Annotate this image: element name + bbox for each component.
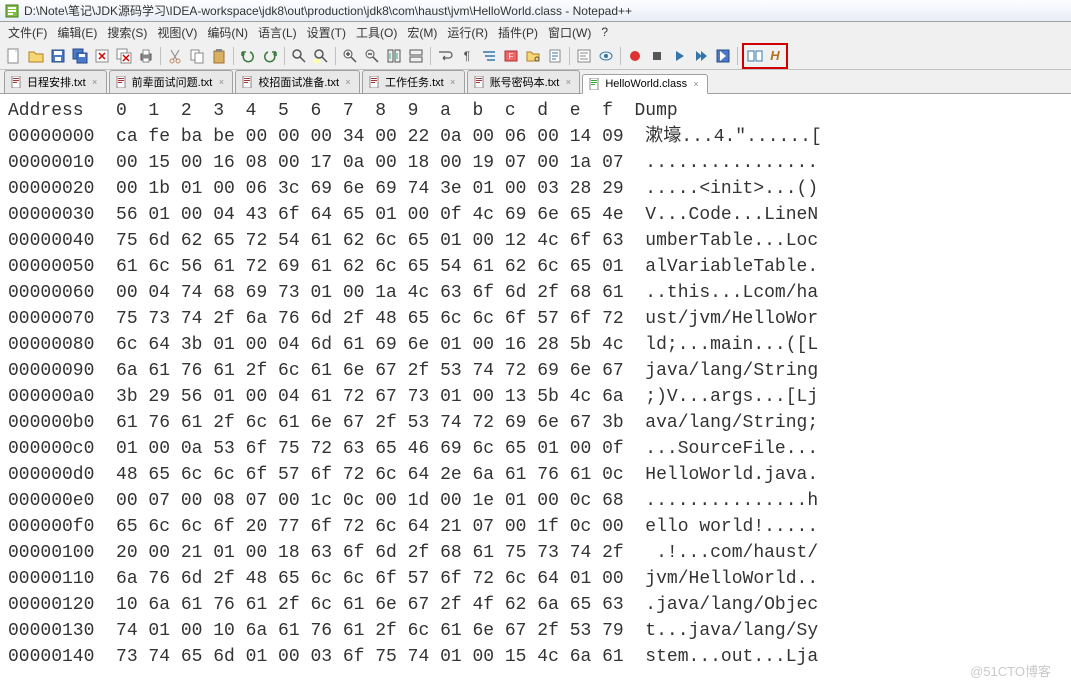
indent-guide-icon[interactable] <box>479 46 499 66</box>
undo-icon[interactable] <box>238 46 258 66</box>
zoom-in-icon[interactable] <box>340 46 360 66</box>
file-icon <box>474 76 486 88</box>
tab-label: HelloWorld.class <box>605 78 687 90</box>
close-icon[interactable] <box>92 46 112 66</box>
file-icon <box>116 76 128 88</box>
print-icon[interactable] <box>136 46 156 66</box>
tab-close-icon[interactable]: × <box>90 77 100 87</box>
separator <box>284 47 285 65</box>
tab-label: 校招面试准备.txt <box>258 74 339 90</box>
menu-encoding[interactable]: 编码(N) <box>203 22 252 43</box>
folder-guide-icon[interactable] <box>523 46 543 66</box>
replace-icon[interactable] <box>311 46 331 66</box>
tab-2[interactable]: 校招面试准备.txt × <box>235 70 360 93</box>
file-icon <box>11 76 23 88</box>
redo-icon[interactable] <box>260 46 280 66</box>
separator <box>160 47 161 65</box>
tab-label: 日程安排.txt <box>27 74 86 90</box>
tab-1[interactable]: 前辈面试问题.txt× <box>109 70 234 93</box>
hex-editor[interactable]: Address 0 1 2 3 4 5 6 7 8 9 a b c d e f … <box>0 94 1071 690</box>
tab-5[interactable]: HelloWorld.class × <box>582 74 708 94</box>
find-icon[interactable] <box>289 46 309 66</box>
menu-view[interactable]: 视图(V) <box>153 22 201 43</box>
menu-search[interactable]: 搜索(S) <box>103 22 151 43</box>
menu-help[interactable]: ? <box>597 23 612 41</box>
tab-label: 前辈面试问题.txt <box>132 74 213 90</box>
separator <box>569 47 570 65</box>
function-list-icon[interactable] <box>574 46 594 66</box>
tab-3[interactable]: 工作任务.txt × <box>362 70 465 93</box>
play-icon[interactable] <box>669 46 689 66</box>
menu-plugins[interactable]: 插件(P) <box>494 22 542 43</box>
menu-tools[interactable]: 工具(O) <box>352 22 401 43</box>
menu-file[interactable]: 文件(F) <box>4 22 51 43</box>
record-icon[interactable] <box>625 46 645 66</box>
menu-settings[interactable]: 设置(T) <box>303 22 350 43</box>
menu-window[interactable]: 窗口(W) <box>544 22 595 43</box>
separator <box>737 47 738 65</box>
svg-text:¶: ¶ <box>464 49 470 63</box>
menu-language[interactable]: 语言(L) <box>254 22 301 43</box>
separator <box>335 47 336 65</box>
monitor-icon[interactable] <box>596 46 616 66</box>
show-all-icon[interactable]: ¶ <box>457 46 477 66</box>
menu-edit[interactable]: 编辑(E) <box>53 22 101 43</box>
highlighted-buttons: H <box>742 43 788 69</box>
tab-0[interactable]: 日程安排.txt × <box>4 70 107 93</box>
window-title: D:\Note\笔记\JDK源码学习\IDEA-workspace\jdk8\o… <box>24 2 632 19</box>
tab-close-icon[interactable]: × <box>563 77 573 87</box>
doc-map-icon[interactable] <box>545 46 565 66</box>
open-file-icon[interactable] <box>26 46 46 66</box>
cut-icon[interactable] <box>165 46 185 66</box>
svg-text:F: F <box>509 52 514 61</box>
new-file-icon[interactable] <box>4 46 24 66</box>
title-bar: D:\Note\笔记\JDK源码学习\IDEA-workspace\jdk8\o… <box>0 0 1071 22</box>
save-icon[interactable] <box>48 46 68 66</box>
file-icon <box>369 76 381 88</box>
file-icon <box>242 76 254 88</box>
file-icon <box>589 78 601 90</box>
tab-label: 账号密码本.txt <box>490 74 560 90</box>
stop-icon[interactable] <box>647 46 667 66</box>
paste-icon[interactable] <box>209 46 229 66</box>
save-macro-icon[interactable] <box>713 46 733 66</box>
close-all-icon[interactable] <box>114 46 134 66</box>
tab-label: 工作任务.txt <box>385 74 444 90</box>
tab-4[interactable]: 账号密码本.txt× <box>467 70 581 93</box>
sync-h-icon[interactable] <box>406 46 426 66</box>
tab-close-icon[interactable]: × <box>343 77 353 87</box>
app-icon <box>4 3 20 19</box>
menu-bar: 文件(F) 编辑(E) 搜索(S) 视图(V) 编码(N) 语言(L) 设置(T… <box>0 22 1071 42</box>
copy-icon[interactable] <box>187 46 207 66</box>
tab-close-icon[interactable]: × <box>448 77 458 87</box>
separator <box>430 47 431 65</box>
zoom-out-icon[interactable] <box>362 46 382 66</box>
separator <box>620 47 621 65</box>
separator <box>233 47 234 65</box>
play-multi-icon[interactable] <box>691 46 711 66</box>
tab-bar: 日程安排.txt×前辈面试问题.txt×校招面试准备.txt×工作任务.txt×… <box>0 70 1071 94</box>
tab-close-icon[interactable]: × <box>691 79 701 89</box>
sync-v-icon[interactable] <box>384 46 404 66</box>
menu-macro[interactable]: 宏(M) <box>403 22 441 43</box>
lang-icon[interactable]: F <box>501 46 521 66</box>
svg-text:H: H <box>770 48 780 63</box>
save-all-icon[interactable] <box>70 46 90 66</box>
tab-close-icon[interactable]: × <box>216 77 226 87</box>
wordwrap-icon[interactable] <box>435 46 455 66</box>
compare-icon[interactable] <box>745 46 765 66</box>
toolbar: ¶ F H <box>0 42 1071 70</box>
hex-icon[interactable]: H <box>765 46 785 66</box>
menu-run[interactable]: 运行(R) <box>443 22 492 43</box>
